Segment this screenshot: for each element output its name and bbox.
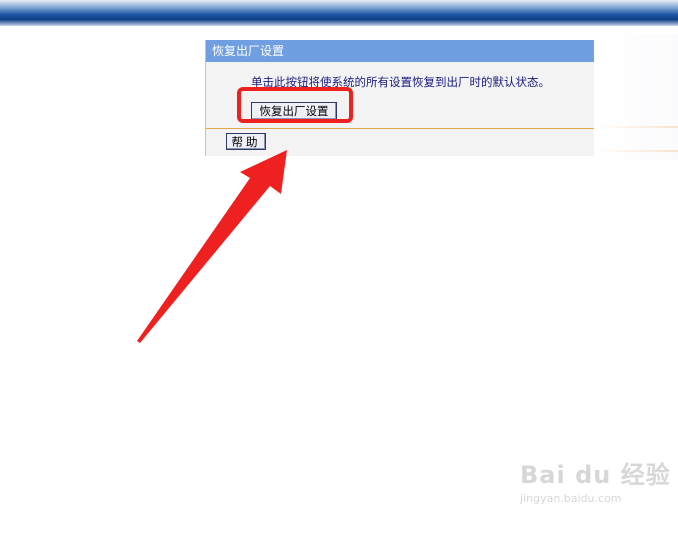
watermark-logo: Bai du 经验 xyxy=(520,461,671,489)
baidu-watermark: Bai du 经验 jingyan.baidu.com xyxy=(520,455,671,505)
watermark-url: jingyan.baidu.com xyxy=(520,492,622,505)
red-arrow-icon xyxy=(137,150,287,343)
